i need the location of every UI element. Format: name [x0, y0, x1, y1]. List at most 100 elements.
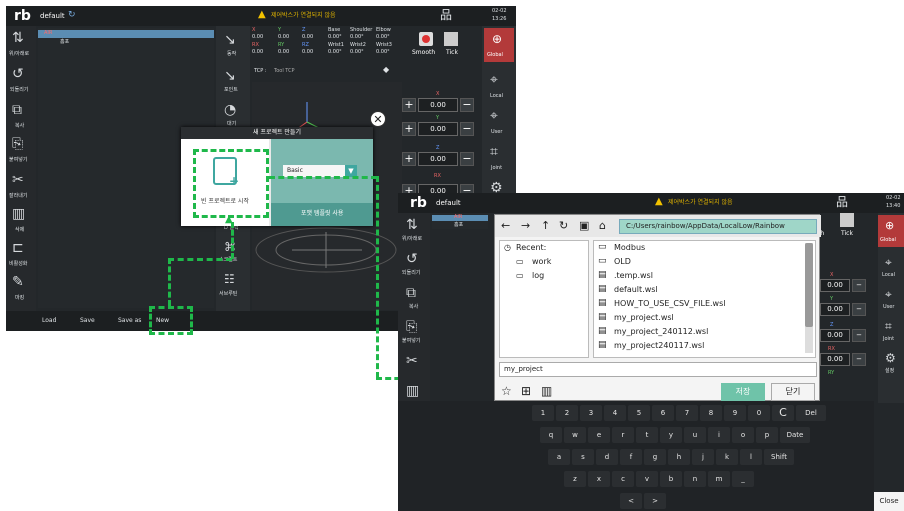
key-u[interactable]: u [684, 427, 706, 443]
file-item-myproject-240112[interactable]: my_project_240112.wsl [614, 328, 708, 336]
right-x-value[interactable]: 0.00 [820, 279, 850, 292]
right-frame-local[interactable]: Local [882, 273, 895, 278]
wait-icon[interactable]: ◔ [224, 102, 236, 118]
program-name[interactable]: default [40, 13, 65, 20]
key-right[interactable]: > [644, 493, 666, 509]
template-option[interactable]: Basic ▼ 포맷 템플릿 사용 [271, 139, 373, 226]
right-tick-button[interactable] [840, 213, 854, 227]
marking-icon[interactable]: ✎ [12, 274, 24, 290]
key-n[interactable]: n [684, 471, 706, 487]
point-icon[interactable]: ↘ [224, 68, 236, 84]
file-item-modbus[interactable]: Modbus [614, 244, 645, 252]
right-delete-icon[interactable]: ▥ [406, 383, 419, 399]
key-0[interactable]: 0 [748, 405, 770, 421]
right-frame-joint[interactable]: Joint [883, 337, 894, 342]
save-as-button[interactable]: Save as [118, 318, 141, 324]
script-icon[interactable]: ⌘ [224, 240, 236, 254]
key-8[interactable]: 8 [700, 405, 722, 421]
key-7[interactable]: 7 [676, 405, 698, 421]
right-copy-icon[interactable]: ⧉ [406, 285, 416, 301]
key-j[interactable]: j [692, 449, 714, 465]
tcp-value[interactable]: Tool TCP [274, 69, 295, 74]
key-b[interactable]: b [660, 471, 682, 487]
right-settings-label[interactable]: 설정 [885, 369, 894, 374]
key-2[interactable]: 2 [556, 405, 578, 421]
smooth-button[interactable] [419, 32, 433, 46]
file-item-howto[interactable]: HOW_TO_USE_CSV_FILE.wsl [614, 300, 725, 308]
key-v[interactable]: v [636, 471, 658, 487]
key-h[interactable]: h [668, 449, 690, 465]
network-icon[interactable]: 品 [440, 9, 452, 21]
key-a[interactable]: a [548, 449, 570, 465]
right-y-minus[interactable]: − [852, 303, 866, 316]
updown-icon[interactable]: ⇅ [12, 30, 24, 46]
right-joint-icon[interactable]: ⌗ [885, 319, 892, 334]
key-o[interactable]: o [732, 427, 754, 443]
right-tree-air[interactable]: AIR [454, 215, 462, 220]
recent-item-work[interactable]: work [532, 258, 551, 266]
right-x-minus[interactable]: − [852, 279, 866, 292]
tree-item-home[interactable]: 홈포 [60, 40, 69, 45]
key-e[interactable]: e [588, 427, 610, 443]
close-dialog-button[interactable]: 닫기 [771, 383, 815, 401]
x-minus-button[interactable]: − [460, 98, 474, 112]
key-l[interactable]: l [740, 449, 762, 465]
refresh-folder-icon[interactable]: ↻ [559, 220, 568, 231]
right-updown-icon[interactable]: ⇅ [406, 217, 418, 233]
delete-icon[interactable]: ▥ [12, 206, 25, 222]
right-frame-global[interactable]: ⊕ Global [878, 215, 904, 247]
paste-icon[interactable]: ⎘ [12, 136, 23, 152]
right-paste-icon[interactable]: ⎘ [406, 319, 417, 335]
new-folder-icon[interactable]: ⊞ [521, 385, 531, 397]
trash-icon[interactable]: ▥ [541, 385, 552, 397]
y-value[interactable]: 0.00 [418, 122, 458, 136]
save-button[interactable]: Save [80, 318, 95, 324]
z-value[interactable]: 0.00 [418, 152, 458, 166]
load-button[interactable]: Load [42, 318, 56, 324]
cut-icon[interactable]: ✂ [12, 172, 24, 188]
right-program-name[interactable]: default [436, 200, 461, 207]
key-5[interactable]: 5 [628, 405, 650, 421]
path-field[interactable]: C:/Users/rainbow/AppData/LocalLow/Rainbo… [619, 219, 817, 234]
key-underscore[interactable]: _ [732, 471, 754, 487]
key-del[interactable]: Del [796, 405, 826, 421]
disable-icon[interactable]: ⊏ [12, 240, 24, 256]
key-f[interactable]: f [620, 449, 642, 465]
right-undo-icon[interactable]: ↺ [406, 251, 418, 267]
key-6[interactable]: 6 [652, 405, 674, 421]
right-frame-user[interactable]: User [883, 305, 894, 310]
frame-user-label[interactable]: User [491, 130, 502, 135]
right-tree-home[interactable]: 홈포 [454, 223, 463, 228]
dialog-close-button[interactable]: ✕ [370, 111, 386, 127]
right-y-value[interactable]: 0.00 [820, 303, 850, 316]
key-s[interactable]: s [572, 449, 594, 465]
copy-icon[interactable]: ⧉ [12, 102, 22, 118]
frame-joint-label[interactable]: Joint [491, 166, 502, 171]
subroutine-icon[interactable]: ☷ [224, 272, 235, 286]
home-icon[interactable]: ⌂ [599, 220, 606, 231]
refresh-icon[interactable]: ↻ [68, 11, 76, 20]
key-x[interactable]: x [588, 471, 610, 487]
tick-button[interactable] [444, 32, 458, 46]
key-shift[interactable]: Shift [764, 449, 794, 465]
right-local-icon[interactable]: ⌖ [885, 255, 892, 270]
right-network-icon[interactable]: 品 [836, 196, 848, 208]
right-user-icon[interactable]: ⌖ [885, 287, 892, 302]
right-settings-icon[interactable]: ⚙ [885, 351, 896, 365]
z-plus-button[interactable]: + [402, 152, 416, 166]
file-item-myproject[interactable]: my_project.wsl [614, 314, 674, 322]
close-keyboard-button[interactable]: Close [874, 492, 904, 511]
key-g[interactable]: g [644, 449, 666, 465]
move-icon[interactable]: ↘ [224, 32, 236, 48]
key-y[interactable]: y [660, 427, 682, 443]
key-r[interactable]: r [612, 427, 634, 443]
save-dialog-button[interactable]: 저장 [721, 383, 765, 401]
key-p[interactable]: p [756, 427, 778, 443]
file-item-default[interactable]: default.wsl [614, 286, 658, 294]
frame-local-label[interactable]: Local [490, 94, 503, 99]
x-value[interactable]: 0.00 [418, 98, 458, 112]
y-plus-button[interactable]: + [402, 122, 416, 136]
right-z-minus[interactable]: − [852, 329, 866, 342]
cube-icon[interactable]: ◆ [383, 66, 389, 74]
y-minus-button[interactable]: − [460, 122, 474, 136]
